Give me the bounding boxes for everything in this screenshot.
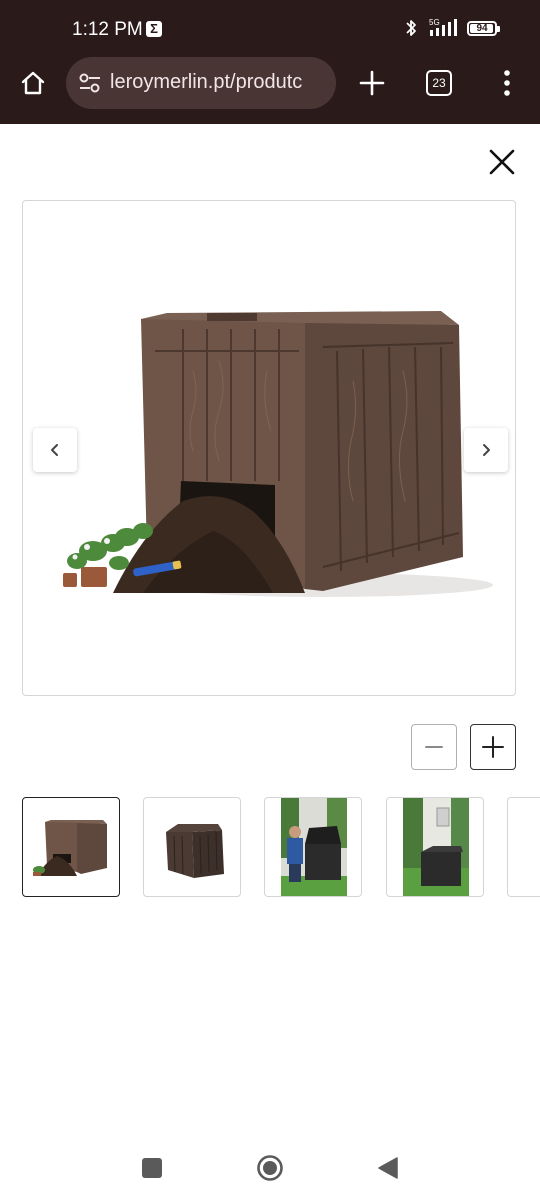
battery-icon: 94: [467, 21, 500, 36]
chevron-left-icon: [51, 444, 58, 456]
thumbnail-2[interactable]: [143, 797, 241, 897]
close-gallery-button[interactable]: [484, 144, 520, 180]
thumbnail-1[interactable]: [22, 797, 120, 897]
browser-chrome: 1:12 PM Σ 5G 94 leroymerlin.pt/produtc 2…: [0, 0, 540, 124]
plus-icon: [359, 70, 385, 96]
thumbnail-5[interactable]: [507, 797, 540, 897]
thumbnail-4[interactable]: [386, 797, 484, 897]
thumbnail-image: [403, 798, 469, 896]
home-button[interactable]: [14, 64, 52, 102]
home-circle-icon[interactable]: [256, 1154, 284, 1182]
android-nav-bar: [0, 1140, 540, 1200]
more-menu-button[interactable]: [494, 66, 520, 100]
chevron-right-icon: [483, 444, 490, 456]
thumbnail-image: [166, 824, 224, 878]
recents-square-icon[interactable]: [141, 1157, 163, 1179]
bluetooth-icon: [406, 20, 416, 36]
thumbnail-3[interactable]: [264, 797, 362, 897]
product-image[interactable]: [23, 201, 517, 697]
zoom-out-button[interactable]: [411, 724, 457, 770]
previous-image-button[interactable]: [33, 428, 77, 472]
status-bar: 1:12 PM Σ 5G 94: [0, 0, 540, 58]
close-icon: [489, 149, 515, 175]
site-settings-icon[interactable]: [78, 72, 102, 94]
thumbnail-image: [33, 820, 107, 876]
tab-count: 23: [426, 70, 452, 96]
home-icon: [21, 71, 45, 95]
zoom-in-button[interactable]: [470, 724, 516, 770]
more-vert-icon: [504, 70, 510, 96]
plus-icon: [482, 736, 504, 758]
address-bar[interactable]: leroymerlin.pt/produtc: [66, 57, 336, 109]
minus-icon: [425, 746, 443, 748]
thumbnail-image: [281, 798, 347, 896]
new-tab-button[interactable]: [354, 65, 390, 101]
back-triangle-icon[interactable]: [377, 1156, 399, 1180]
status-time: 1:12 PM: [72, 19, 143, 40]
url-text[interactable]: leroymerlin.pt/produtc: [110, 71, 330, 94]
next-image-button[interactable]: [464, 428, 508, 472]
battery-level: 94: [476, 23, 488, 34]
network-type-label: 5G: [429, 18, 440, 27]
notification-sigma-icon: Σ: [146, 21, 162, 37]
cellular-signal-icon: 5G: [429, 18, 457, 36]
main-product-image-frame: [22, 200, 516, 696]
tab-switcher-button[interactable]: 23: [424, 68, 454, 98]
